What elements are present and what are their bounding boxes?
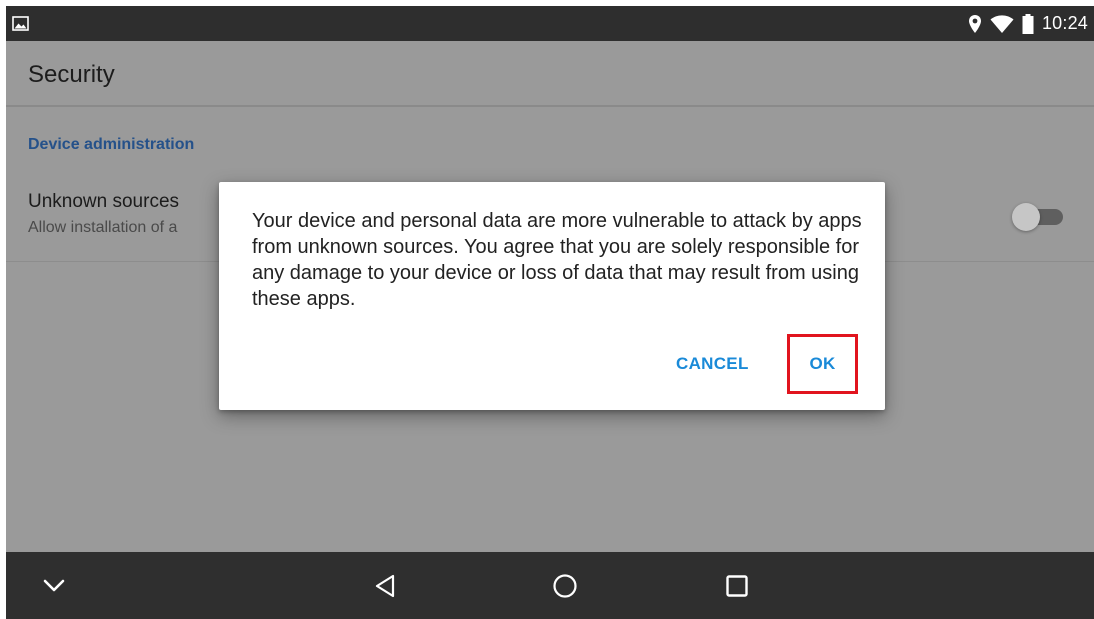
chevron-down-icon[interactable]	[24, 552, 84, 619]
recents-icon[interactable]	[707, 552, 767, 619]
dialog-message: Your device and personal data are more v…	[252, 210, 862, 310]
wifi-icon	[990, 14, 1014, 33]
switch-thumb[interactable]	[1012, 203, 1040, 231]
section-header-device-administration: Device administration	[28, 136, 195, 153]
image-icon	[12, 16, 29, 31]
action-bar: Security	[6, 41, 1094, 107]
page-title: Security	[28, 61, 115, 88]
unknown-sources-summary: Allow installation of a	[28, 219, 178, 236]
unknown-sources-warning-dialog: Your device and personal data are more v…	[219, 182, 885, 410]
battery-icon	[1022, 13, 1034, 34]
cancel-button[interactable]: CANCEL	[676, 354, 749, 374]
status-time: 10:24	[1041, 13, 1088, 33]
status-bar: 10:24	[6, 6, 1094, 41]
navigation-bar	[6, 552, 1094, 619]
status-icons: 10:24	[968, 6, 1094, 41]
unknown-sources-title: Unknown sources	[28, 191, 180, 212]
back-icon[interactable]	[355, 552, 415, 619]
ok-button[interactable]: OK	[787, 334, 858, 394]
home-icon[interactable]	[535, 552, 595, 619]
location-icon	[968, 14, 982, 34]
